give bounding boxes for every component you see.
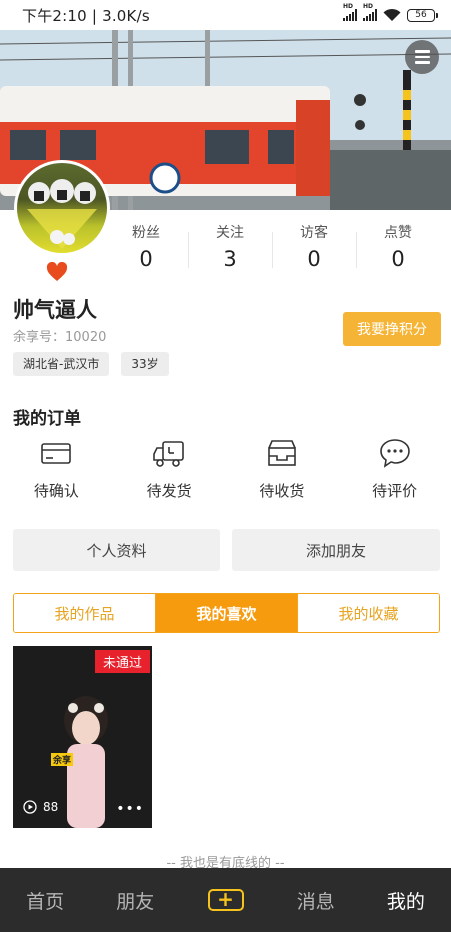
tab-my-likes[interactable]: 我的喜欢	[155, 594, 297, 632]
stat-label: 访客	[300, 225, 328, 241]
nav-home[interactable]: 首页	[0, 887, 90, 914]
video-card[interactable]: 未通过 余享 88 •••	[13, 646, 152, 828]
status-bar: 下午2:10 | 3.0K/s HD HD 56	[0, 0, 451, 30]
stat-label: 关注	[216, 225, 244, 241]
order-pending-review[interactable]: 待评价	[338, 436, 451, 506]
order-label: 待发货	[146, 482, 192, 500]
content-tabs: 我的作品 我的喜欢 我的收藏	[13, 593, 440, 633]
add-icon: +	[207, 889, 244, 911]
user-name: 帅气逼人	[13, 298, 97, 322]
stat-value: 0	[391, 247, 405, 271]
order-pending-confirm[interactable]: 待确认	[0, 436, 113, 506]
user-id: 余享号：10020	[13, 330, 107, 345]
play-icon	[23, 800, 37, 814]
bottom-nav: 首页 朋友 + 消息 我的	[0, 868, 451, 932]
order-label: 待确认	[33, 482, 79, 500]
stat-value: 3	[223, 247, 237, 271]
signal-icon: HD	[363, 3, 377, 21]
stat-likes[interactable]: 点赞 0	[356, 222, 440, 278]
chat-bubble-icon	[379, 439, 410, 468]
earn-points-button[interactable]: 我要挣积分	[343, 312, 441, 346]
order-label: 待评价	[372, 482, 418, 500]
stat-fans[interactable]: 粉丝 0	[104, 222, 188, 278]
age-tag: 33岁	[121, 352, 169, 376]
card-icon	[41, 443, 72, 464]
orders-row: 待确认 待发货 待收货 待评价	[0, 436, 451, 506]
location-tag: 湖北省-武汉市	[13, 352, 110, 376]
play-count: 88	[23, 800, 58, 814]
tab-my-works[interactable]: 我的作品	[14, 594, 155, 632]
signal-icon: HD	[343, 3, 357, 21]
menu-button[interactable]	[405, 40, 439, 74]
watermark-logo: 余享	[51, 753, 74, 766]
profile-button[interactable]: 个人资料	[13, 529, 220, 571]
profile-stats: 粉丝 0 关注 3 访客 0 点赞 0	[104, 222, 440, 278]
box-icon	[268, 440, 296, 466]
heart-icon[interactable]	[46, 262, 68, 282]
nav-me[interactable]: 我的	[361, 887, 451, 914]
nav-friends[interactable]: 朋友	[90, 887, 180, 914]
order-pending-receive[interactable]: 待收货	[226, 436, 339, 506]
review-failed-badge: 未通过	[94, 650, 150, 673]
stat-visitors[interactable]: 访客 0	[272, 222, 356, 278]
battery-level: 56	[415, 10, 427, 20]
nav-messages[interactable]: 消息	[271, 887, 361, 914]
order-pending-ship[interactable]: 待发货	[113, 436, 226, 506]
sheep-avatar-image	[27, 179, 97, 249]
play-count-value: 88	[43, 800, 59, 814]
battery-icon: 56	[407, 8, 438, 22]
stat-label: 粉丝	[132, 225, 160, 241]
more-options-icon[interactable]: •••	[116, 802, 144, 816]
nav-add[interactable]: +	[180, 889, 270, 911]
order-label: 待收货	[259, 482, 305, 500]
stat-following[interactable]: 关注 3	[188, 222, 272, 278]
tab-my-favorites[interactable]: 我的收藏	[297, 594, 439, 632]
avatar[interactable]	[14, 160, 110, 256]
status-time-speed: 下午2:10 | 3.0K/s	[22, 6, 150, 25]
stat-value: 0	[307, 247, 321, 271]
stat-label: 点赞	[384, 225, 412, 241]
orders-title: 我的订单	[13, 409, 81, 429]
menu-icon	[414, 50, 430, 53]
user-tags: 湖北省-武汉市 33岁	[13, 352, 169, 376]
truck-icon	[153, 441, 184, 467]
stat-value: 0	[139, 247, 153, 271]
wifi-icon	[383, 8, 401, 21]
add-friend-button[interactable]: 添加朋友	[232, 529, 440, 571]
